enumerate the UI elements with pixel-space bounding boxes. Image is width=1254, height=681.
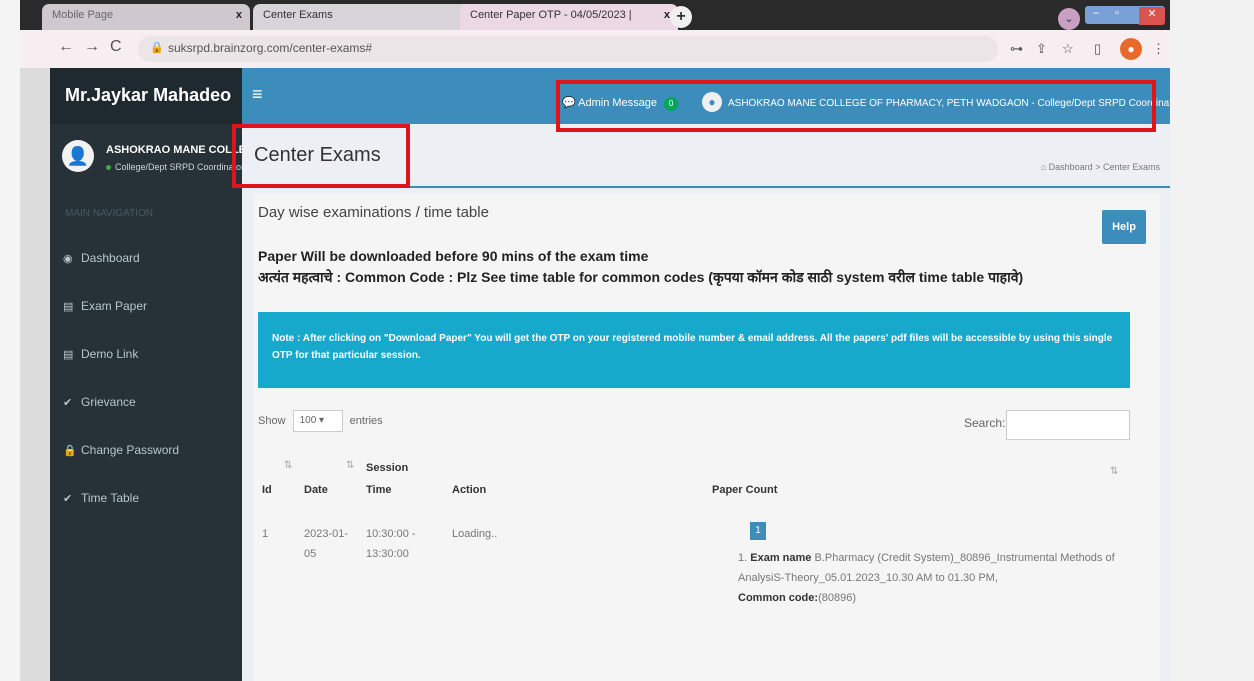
common-code-label: Common code: [738, 592, 819, 604]
tab-mobile-page[interactable]: Mobile Page x [42, 4, 250, 30]
check-icon: ✔ [63, 493, 73, 505]
sidebar-item-label: Time Table [81, 491, 140, 505]
chevron-down-icon[interactable]: ⌄ [1058, 8, 1080, 30]
nav-header: MAIN NAVIGATION [65, 208, 153, 219]
show-label: Show [258, 414, 286, 427]
search-label: Search: [964, 416, 1006, 430]
check-icon: ✔ [63, 397, 73, 409]
url-input[interactable]: 🔒 suksrpd.brainzorg.com/center-exams# [138, 36, 998, 62]
row-time-1: 10:30:00 - [366, 528, 416, 540]
tab-close-icon[interactable]: x [236, 9, 242, 21]
tab-bar: Mobile Page x Center Exams x Center Pape… [20, 0, 1170, 30]
address-bar: ← → C 🔒 suksrpd.brainzorg.com/center-exa… [20, 30, 1170, 68]
exam-name-2: AnalysiS-Theory_05.01.2023_10.30 AM to 0… [738, 572, 998, 584]
sidebar-item-label: Exam Paper [81, 299, 148, 313]
right-margin [1170, 0, 1254, 681]
tab-center-exams[interactable]: Center Exams x [253, 4, 475, 30]
lock-icon: 🔒 [150, 42, 164, 54]
exam-name-1: B.Pharmacy (Credit System)_80896_Instrum… [814, 552, 1115, 564]
user-avatar-icon: 👤 [62, 140, 94, 172]
sidebar-item-demo-link[interactable]: ▤ Demo Link [50, 340, 242, 370]
col-id[interactable]: Id [262, 484, 272, 496]
row-date-1: 2023-01- [304, 528, 349, 540]
common-code-value: (80896) [818, 592, 856, 604]
highlight-page-title [232, 124, 410, 188]
col-paper-count[interactable]: Paper Count [712, 484, 777, 496]
forward-icon[interactable]: → [84, 38, 100, 56]
sidebar-item-time-table[interactable]: ✔ Time Table [50, 484, 242, 514]
sidebar-item-label: Demo Link [81, 347, 139, 361]
download-info: Paper Will be downloaded before 90 mins … [258, 248, 649, 264]
paper-index: 1. [738, 552, 748, 564]
breadcrumb-current: Center Exams [1102, 162, 1160, 172]
tab-center-paper-otp[interactable]: Center Paper OTP - 04/05/2023 | x [460, 4, 678, 30]
home-icon: ⌂ [1040, 162, 1047, 172]
sidebar-item-label: Grievance [81, 395, 136, 409]
brand-title[interactable]: Mr.Jaykar Mahadeo [50, 68, 242, 124]
sidebar-item-label: Change Password [81, 443, 180, 457]
breadcrumb-home[interactable]: Dashboard [1049, 162, 1093, 172]
sidebar-item-exam-paper[interactable]: ▤ Exam Paper [50, 292, 242, 322]
help-button[interactable]: Help [1102, 210, 1146, 244]
browser-window: Mobile Page x Center Exams x Center Pape… [20, 0, 1170, 681]
new-tab-button[interactable]: + [670, 6, 692, 28]
entries-value: 100 [299, 415, 317, 426]
key-icon[interactable]: ⊶ [1010, 41, 1023, 57]
col-date[interactable]: Date [304, 484, 328, 496]
row-time-2: 13:30:00 [366, 548, 409, 560]
sidebar-item-grievance[interactable]: ✔ Grievance [50, 388, 242, 418]
paper-details: 1. Exam name B.Pharmacy (Credit System)_… [738, 548, 1118, 608]
highlight-header-user [556, 80, 1156, 132]
sidebar: Mr.Jaykar Mahadeo 👤 ASHOKRAO MANE COLLEG… [50, 68, 262, 681]
col-action[interactable]: Action [452, 484, 486, 496]
tab-label: Center Paper OTP - 04/05/2023 | [470, 9, 632, 21]
file-icon: ▤ [63, 301, 74, 313]
row-date-2: 05 [304, 548, 317, 560]
lock-icon: 🔒 [63, 445, 77, 457]
row-id: 1 [262, 528, 269, 540]
tab-label: Mobile Page [52, 9, 114, 21]
profile-avatar[interactable]: ● [1120, 38, 1142, 60]
sidebar-item-dashboard[interactable]: ◉ Dashboard [50, 244, 242, 274]
content-area: Center Exams ⌂ Dashboard > Center Exams … [242, 124, 1170, 681]
box-title: Day wise examinations / time table [258, 204, 489, 221]
minimize-icon[interactable]: – [1093, 7, 1099, 19]
back-icon[interactable]: ← [58, 38, 74, 56]
sort-icon[interactable]: ⇅ [1110, 466, 1118, 477]
col-time[interactable]: Time [366, 484, 391, 496]
row-action: Loading.. [452, 528, 498, 540]
breadcrumb-separator: > [1095, 162, 1101, 172]
close-icon[interactable]: ✕ [1139, 7, 1165, 25]
url-text: suksrpd.brainzorg.com/center-exams# [168, 41, 373, 55]
menu-toggle-icon[interactable]: ≡ [252, 84, 263, 105]
otp-note: Note : After clicking on "Download Paper… [258, 312, 1130, 388]
sidebar-item-label: Dashboard [81, 251, 140, 265]
exam-name-label: Exam name [750, 552, 812, 564]
star-icon[interactable]: ☆ [1062, 41, 1074, 57]
sidebar-item-change-password[interactable]: 🔒 Change Password [50, 436, 242, 466]
paper-page-button[interactable]: 1 [750, 522, 766, 540]
share-icon[interactable]: ⇪ [1036, 41, 1047, 57]
search-input[interactable] [1006, 410, 1130, 440]
sort-icon[interactable]: ⇅ [284, 460, 292, 471]
col-session[interactable]: Session [366, 462, 408, 474]
common-code-info: अत्यंत महत्वाचे : Common Code : Plz See … [258, 269, 1024, 285]
sidepanel-icon[interactable]: ▯ [1094, 41, 1101, 57]
reload-icon[interactable]: C [110, 38, 122, 56]
user-role: College/Dept SRPD Coordinator [106, 162, 244, 172]
sort-icon[interactable]: ⇅ [346, 460, 354, 471]
tab-label: Center Exams [263, 9, 333, 21]
entries-label: entries [349, 414, 383, 427]
user-panel: 👤 ASHOKRAO MANE COLLEGE College/Dept SRP… [50, 124, 262, 194]
left-margin [0, 0, 20, 681]
exam-box: Day wise examinations / time table Help … [254, 194, 1160, 681]
breadcrumb: ⌂ Dashboard > Center Exams [1041, 162, 1160, 172]
file-icon: ▤ [63, 349, 74, 361]
entries-select[interactable]: 100 ▾ [292, 410, 343, 432]
entries-control: Show 100 ▾ entries [258, 410, 383, 432]
window-controls[interactable]: – ▫ ✕ [1085, 6, 1165, 25]
restore-icon[interactable]: ▫ [1115, 7, 1119, 19]
dashboard-icon: ◉ [63, 253, 73, 265]
menu-dots-icon[interactable]: ⋮ [1152, 41, 1165, 57]
